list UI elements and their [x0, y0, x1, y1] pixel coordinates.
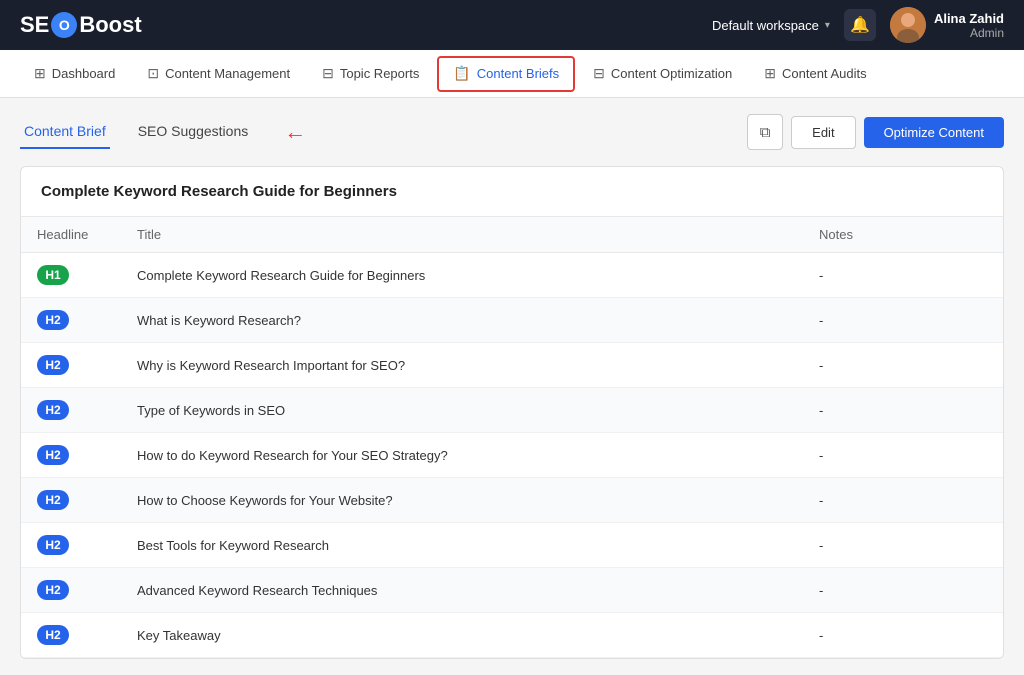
headline-badge: H2	[37, 445, 69, 465]
card-header: Complete Keyword Research Guide for Begi…	[21, 167, 1003, 217]
optimize-content-button[interactable]: Optimize Content	[864, 117, 1004, 148]
tab-seo-suggestions[interactable]: SEO Suggestions	[134, 115, 253, 149]
headline-badge: H2	[37, 625, 69, 645]
content-area: Content Brief SEO Suggestions ← ⧉ Edit O…	[0, 98, 1024, 675]
headline-badge: H1	[37, 265, 69, 285]
nav-dashboard-label: Dashboard	[52, 66, 116, 81]
cell-headline: H2	[21, 568, 121, 613]
content-optimization-icon: ⊟	[593, 65, 605, 82]
user-name: Alina Zahid	[934, 11, 1004, 26]
table-row: H2 Best Tools for Keyword Research -	[21, 523, 1003, 568]
cell-notes: -	[803, 523, 1003, 568]
cell-headline: H2	[21, 613, 121, 658]
red-arrow-icon: ←	[284, 119, 306, 145]
headline-badge: H2	[37, 310, 69, 330]
nav-content-audits-label: Content Audits	[782, 66, 867, 81]
table-row: H2 Advanced Keyword Research Techniques …	[21, 568, 1003, 613]
cell-notes: -	[803, 253, 1003, 298]
cell-title: Type of Keywords in SEO	[121, 388, 803, 433]
cell-title: Why is Keyword Research Important for SE…	[121, 343, 803, 388]
workspace-label: Default workspace	[712, 18, 819, 33]
table-header-row: Headline Title Notes	[21, 217, 1003, 253]
content-briefs-icon: 📋	[453, 65, 470, 82]
table-row: H2 Why is Keyword Research Important for…	[21, 343, 1003, 388]
copy-button[interactable]: ⧉	[747, 114, 783, 150]
nav-topic-reports[interactable]: ⊟ Topic Reports	[308, 50, 433, 97]
content-management-icon: ⊡	[147, 65, 159, 82]
user-info: Alina Zahid Admin	[934, 11, 1004, 40]
headline-badge: H2	[37, 535, 69, 555]
nav-content-briefs-label: Content Briefs	[477, 66, 559, 81]
logo-text-se: SE	[20, 12, 49, 38]
card-title: Complete Keyword Research Guide for Begi…	[41, 183, 983, 200]
cell-title: Best Tools for Keyword Research	[121, 523, 803, 568]
edit-button[interactable]: Edit	[791, 116, 855, 149]
workspace-area: Default workspace ▾ 🔔 Alina Zahid Admin	[712, 7, 1004, 43]
nav-content-optimization-label: Content Optimization	[611, 66, 732, 81]
headline-badge: H2	[37, 355, 69, 375]
headline-badge: H2	[37, 490, 69, 510]
cell-notes: -	[803, 568, 1003, 613]
workspace-selector[interactable]: Default workspace ▾	[712, 18, 830, 33]
table-row: H2 What is Keyword Research? -	[21, 298, 1003, 343]
cell-headline: H2	[21, 343, 121, 388]
avatar	[890, 7, 926, 43]
nav-content-audits[interactable]: ⊞ Content Audits	[750, 50, 880, 97]
table-row: H2 How to Choose Keywords for Your Websi…	[21, 478, 1003, 523]
nav-content-optimization[interactable]: ⊟ Content Optimization	[579, 50, 746, 97]
notifications-icon[interactable]: 🔔	[844, 9, 876, 41]
cell-title: How to Choose Keywords for Your Website?	[121, 478, 803, 523]
chevron-down-icon: ▾	[825, 20, 830, 31]
cell-title: Complete Keyword Research Guide for Begi…	[121, 253, 803, 298]
content-table: Headline Title Notes H1 Complete Keyword…	[21, 217, 1003, 658]
nav-dashboard[interactable]: ⊞ Dashboard	[20, 50, 129, 97]
cell-title: Key Takeaway	[121, 613, 803, 658]
main-card: Complete Keyword Research Guide for Begi…	[20, 166, 1004, 659]
logo[interactable]: SE O Boost	[20, 12, 142, 38]
cell-title: How to do Keyword Research for Your SEO …	[121, 433, 803, 478]
tab-content-brief[interactable]: Content Brief	[20, 115, 110, 149]
cell-headline: H2	[21, 298, 121, 343]
headline-badge: H2	[37, 400, 69, 420]
table-row: H2 How to do Keyword Research for Your S…	[21, 433, 1003, 478]
logo-icon: O	[51, 12, 77, 38]
tabs-row: Content Brief SEO Suggestions ← ⧉ Edit O…	[20, 114, 1004, 150]
cell-headline: H1	[21, 253, 121, 298]
content-audits-icon: ⊞	[764, 65, 776, 82]
col-header-title: Title	[121, 217, 803, 253]
cell-notes: -	[803, 298, 1003, 343]
cell-title: Advanced Keyword Research Techniques	[121, 568, 803, 613]
cell-notes: -	[803, 433, 1003, 478]
headline-badge: H2	[37, 580, 69, 600]
table-row: H1 Complete Keyword Research Guide for B…	[21, 253, 1003, 298]
col-header-headline: Headline	[21, 217, 121, 253]
nav-content-briefs[interactable]: 📋 Content Briefs	[437, 56, 575, 92]
nav-content-management[interactable]: ⊡ Content Management	[133, 50, 304, 97]
second-navigation: ⊞ Dashboard ⊡ Content Management ⊟ Topic…	[0, 50, 1024, 98]
cell-headline: H2	[21, 388, 121, 433]
table-row: H2 Type of Keywords in SEO -	[21, 388, 1003, 433]
cell-notes: -	[803, 478, 1003, 523]
nav-topic-reports-label: Topic Reports	[340, 66, 419, 81]
topic-reports-icon: ⊟	[322, 65, 334, 82]
cell-headline: H2	[21, 523, 121, 568]
tabs-actions: ⧉ Edit Optimize Content	[747, 114, 1004, 150]
table-row: H2 Key Takeaway -	[21, 613, 1003, 658]
cell-notes: -	[803, 613, 1003, 658]
cell-headline: H2	[21, 433, 121, 478]
logo-text-boost: Boost	[79, 12, 141, 38]
dashboard-icon: ⊞	[34, 65, 46, 82]
col-header-notes: Notes	[803, 217, 1003, 253]
cell-headline: H2	[21, 478, 121, 523]
cell-notes: -	[803, 343, 1003, 388]
top-navigation: SE O Boost Default workspace ▾ 🔔 Alina Z…	[0, 0, 1024, 50]
user-role: Admin	[934, 26, 1004, 40]
cell-notes: -	[803, 388, 1003, 433]
nav-content-management-label: Content Management	[165, 66, 290, 81]
cell-title: What is Keyword Research?	[121, 298, 803, 343]
